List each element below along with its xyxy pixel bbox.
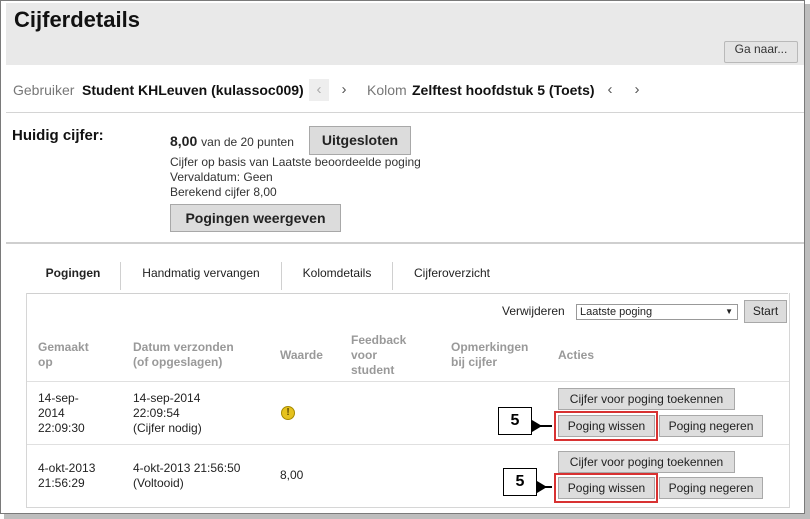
next-user-arrow[interactable]: ›: [334, 79, 354, 101]
prev-user-arrow[interactable]: ‹: [309, 79, 329, 101]
header-sent-line: (of opgeslagen): [133, 355, 223, 369]
score-suffix: van de 20 punten: [201, 135, 294, 149]
row2-value: 8,00: [280, 468, 304, 482]
header-made: Gemaakt op: [38, 340, 89, 370]
next-column-arrow[interactable]: ›: [627, 79, 647, 101]
row1-made-line: 22:09:30: [38, 421, 85, 435]
tab-kolomdetails[interactable]: Kolomdetails: [282, 258, 392, 292]
delete-select-value: Laatste poging: [580, 306, 653, 318]
tab-cijferoverzicht[interactable]: Cijferoverzicht: [393, 258, 511, 292]
tab-handmatig-vervangen[interactable]: Handmatig vervangen: [121, 258, 281, 292]
grade-basis-text: Cijfer op basis van Laatste beoordeelde …: [170, 155, 421, 169]
ignore-attempt-button[interactable]: Poging negeren: [659, 415, 763, 437]
header-made-line: op: [38, 355, 53, 369]
header-value: Waarde: [280, 348, 323, 362]
header-sent: Datum verzonden (of opgeslagen): [133, 340, 234, 370]
row2-made-line: 4-okt-2013: [38, 461, 96, 475]
divider: [6, 112, 804, 113]
header-remarks-line: Opmerkingen: [451, 340, 529, 354]
header-made-line: Gemaakt: [38, 340, 89, 354]
tab-bar: Pogingen Handmatig vervangen Kolomdetail…: [26, 258, 788, 294]
row2-sent-line: 4-okt-2013 21:56:50: [133, 461, 241, 475]
header-feedback-line: voor: [351, 348, 378, 362]
row1-made-line: 14-sep-: [38, 391, 79, 405]
highlight-box: [554, 473, 658, 503]
delete-select[interactable]: Laatste poging ▼: [576, 304, 738, 320]
select-caret-icon: ▼: [725, 307, 733, 316]
grade-attempt-button[interactable]: Cijfer voor poging toekennen: [558, 451, 735, 473]
header-feedback-line: Feedback: [351, 333, 407, 347]
row-divider: [27, 444, 789, 445]
due-date-text: Vervaldatum: Geen: [170, 170, 273, 184]
highlight-box: [554, 411, 658, 441]
grade-attempt-button[interactable]: Cijfer voor poging toekennen: [558, 388, 735, 410]
view-attempts-button[interactable]: Pogingen weergeven: [170, 204, 341, 232]
row1-sent: 14-sep-2014 22:09:54 (Cijfer nodig): [133, 391, 202, 436]
row1-sent-line: 22:09:54: [133, 406, 180, 420]
header-feedback: Feedback voor student: [351, 333, 406, 378]
header-remarks-line: bij cijfer: [451, 355, 498, 369]
start-button[interactable]: Start: [744, 300, 787, 323]
row2-sent: 4-okt-2013 21:56:50 (Voltooid): [133, 461, 240, 491]
callout-connector: [537, 486, 552, 488]
row2-made-line: 21:56:29: [38, 476, 85, 490]
step-callout: 5: [498, 407, 532, 435]
calculated-grade-text: Berekend cijfer 8,00: [170, 185, 277, 199]
page-title: Cijferdetails: [14, 7, 140, 32]
section-divider: [6, 242, 804, 244]
header-actions: Acties: [558, 348, 595, 362]
row1-made: 14-sep- 2014 22:09:30: [38, 391, 85, 436]
frame-shadow-right: [805, 4, 810, 519]
header-feedback-line: student: [351, 363, 395, 377]
user-label: Gebruiker: [13, 82, 75, 98]
header-sent-line: Datum verzonden: [133, 340, 234, 354]
current-score: 8,00 van de 20 punten: [170, 133, 294, 149]
row1-sent-line: 14-sep-2014: [133, 391, 201, 405]
step-callout: 5: [503, 468, 537, 496]
column-label: Kolom: [367, 82, 407, 98]
user-value: Student KHLeuven (kulassoc009): [82, 82, 304, 98]
row1-made-line: 2014: [38, 406, 65, 420]
tab-pogingen[interactable]: Pogingen: [26, 258, 120, 292]
user-column-nav: Gebruiker Student KHLeuven (kulassoc009)…: [6, 70, 804, 110]
row-divider: [27, 381, 789, 382]
callout-connector: [532, 425, 552, 427]
header-remarks: Opmerkingen bij cijfer: [451, 340, 528, 370]
ignore-attempt-button[interactable]: Poging negeren: [659, 477, 763, 499]
goto-button[interactable]: Ga naar...: [724, 41, 798, 63]
delete-label: Verwijderen: [502, 304, 565, 318]
prev-column-arrow[interactable]: ‹: [600, 79, 620, 101]
row2-sent-line: (Voltooid): [133, 476, 184, 490]
row1-sent-line: (Cijfer nodig): [133, 421, 202, 435]
column-value: Zelftest hoofdstuk 5 (Toets): [412, 82, 595, 98]
row2-made: 4-okt-2013 21:56:29: [38, 461, 95, 491]
warning-icon: !: [281, 406, 295, 420]
frame-shadow-bottom: [4, 514, 810, 519]
current-grade-label: Huidig cijfer:: [12, 127, 104, 144]
excluded-button[interactable]: Uitgesloten: [309, 126, 411, 155]
page-header: Cijferdetails Ga naar...: [6, 3, 804, 65]
score-value: 8,00: [170, 133, 198, 149]
